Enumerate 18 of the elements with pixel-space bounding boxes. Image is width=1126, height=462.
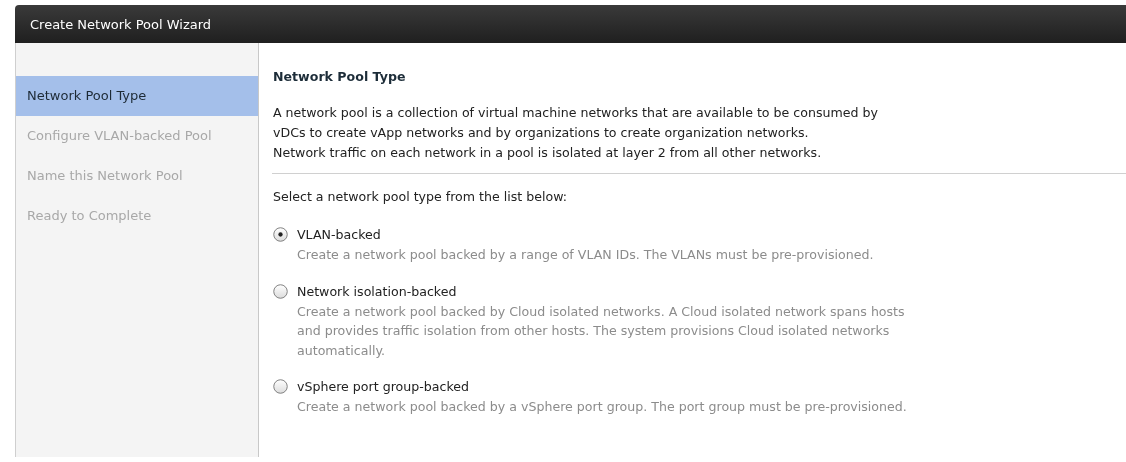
radio-button[interactable]: [273, 283, 288, 299]
option-description: Create a network pool backed by a range of VLAN IDs. The VLANs must be pre-provisioned.: [297, 246, 874, 264]
radio-button[interactable]: [273, 227, 288, 242]
option-description: automatically.: [297, 341, 387, 360]
option-label[interactable]: VLAN-backed: [297, 225, 874, 245]
option-description: and provides traffic isolation from other hosts. The system provisions Cloud isolated networks: [297, 322, 891, 340]
option-label[interactable]: vSphere port group-backed: [297, 377, 907, 397]
prompt-text: Select a network pool type from the list below:: [273, 188, 569, 206]
intro-text: vDCs to create vApp networks and by organizations to create organization networks.: [273, 124, 810, 142]
window-title: Create Network Pool Wizard: [30, 16, 212, 32]
option-description: Create a network pool backed by Cloud isolated networks. A Cloud isolated network spans hosts: [297, 302, 905, 321]
intro-text: A network pool is a collection of virtual machine networks that are available to be consumed by: [273, 104, 879, 122]
option-description: Create a network pool backed by a vSphere port group. The port group must be pre-provisioned.: [297, 398, 907, 416]
wizard-step[interactable]: Network Pool Type: [16, 76, 258, 116]
intro-text: Network traffic on each network in a pool is isolated at layer 2 from all other networks.: [273, 144, 823, 162]
option-label[interactable]: Network isolation-backed: [297, 281, 905, 302]
radio-button[interactable]: [273, 379, 288, 394]
page-heading: Network Pool Type: [273, 69, 407, 85]
